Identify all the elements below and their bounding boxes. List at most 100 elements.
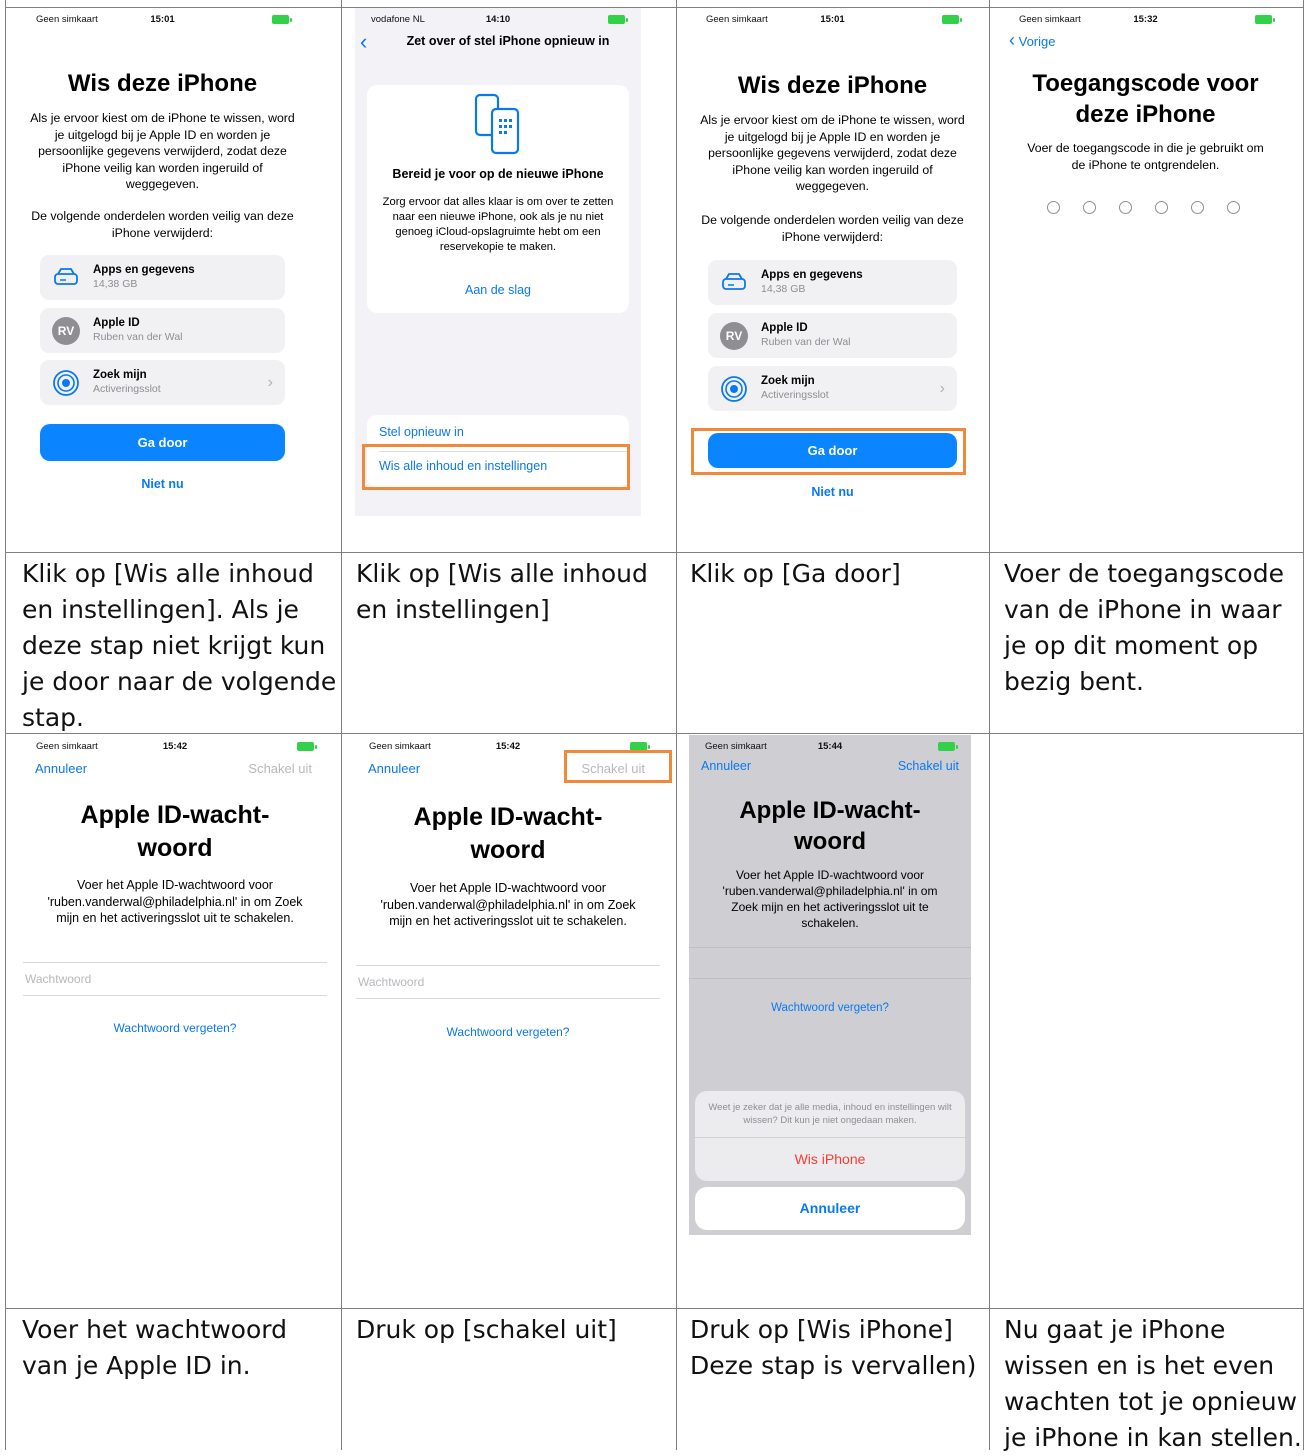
findmy-icon — [53, 369, 79, 396]
item-subtitle: Activeringsslot — [761, 389, 829, 401]
table-border — [989, 0, 990, 1450]
password-input[interactable] — [689, 947, 971, 979]
table-border — [5, 1308, 1304, 1309]
password-input[interactable]: Wachtwoord — [23, 962, 327, 996]
description-text: Als je ervoor kiest om de iPhone te wiss… — [30, 111, 295, 191]
items-intro-text: De volgende onderdelen worden veilig van… — [701, 213, 964, 244]
status-bar: Geen simkaart 15:42 — [20, 741, 330, 755]
sheet-message: Weet je zeker dat je alle media, inhoud … — [708, 1102, 952, 1126]
get-started-link[interactable]: Aan de slag — [367, 283, 629, 297]
carrier-label: Geen simkaart — [705, 741, 767, 752]
table-border — [5, 552, 1304, 553]
item-title: Apple ID — [93, 317, 140, 329]
highlight-box — [564, 750, 672, 783]
passcode-dot — [1047, 201, 1060, 214]
status-bar: Geen simkaart 15:32 — [1003, 14, 1288, 28]
card-title: Bereid je voor op de nieuwe iPhone — [392, 167, 604, 181]
status-bar: Geen simkaart 15:01 — [20, 14, 305, 28]
forgot-password-link[interactable]: Wachtwoord vergeten? — [689, 1002, 971, 1014]
cancel-button[interactable]: Annuleer — [701, 759, 751, 773]
card-text: Zorg ervoor dat alles klaar is om over t… — [382, 196, 614, 253]
screenshot-wipe-iphone: Geen simkaart 15:01 Wis deze iPhone Als … — [20, 8, 305, 546]
not-now-link[interactable]: Niet nu — [40, 477, 285, 491]
item-title: Apps en gegevens — [761, 269, 863, 281]
highlight-box — [691, 428, 966, 475]
description-text: Als je ervoor kiest om de iPhone te wiss… — [700, 113, 965, 193]
screenshot-passcode: Geen simkaart 15:32 ‹ Vorige Toegangscod… — [1003, 8, 1288, 546]
passcode-dot — [1191, 201, 1204, 214]
passcode-dot — [1155, 201, 1168, 214]
battery-icon — [297, 742, 317, 751]
battery-icon — [942, 15, 962, 24]
items-intro-text: De volgende onderdelen worden veilig van… — [31, 209, 294, 240]
reset-option[interactable]: Stel opnieuw in — [379, 425, 464, 439]
continue-button[interactable]: Ga door — [40, 424, 285, 461]
cancel-button[interactable]: Annuleer — [35, 761, 87, 776]
table-border — [676, 0, 677, 1450]
list-item-find-my[interactable]: Zoek mijn Activeringsslot › — [708, 366, 957, 411]
table-border — [1303, 0, 1304, 1450]
item-title: Apple ID — [761, 322, 808, 334]
item-title: Zoek mijn — [93, 369, 147, 381]
battery-icon — [608, 15, 628, 24]
carrier-label: Geen simkaart — [1019, 14, 1081, 25]
phones-icon — [474, 93, 520, 155]
disable-button[interactable]: Schakel uit — [898, 759, 959, 773]
screenshot-transfer-reset: vodafone NL 14:10 ‹ Zet over of stel iPh… — [355, 8, 641, 516]
passcode-dot — [1083, 201, 1096, 214]
item-subtitle: Ruben van der Wal — [93, 331, 183, 343]
list-item-apple-id: RV Apple ID Ruben van der Wal — [708, 313, 957, 358]
wipe-iphone-button[interactable]: Wis iPhone — [695, 1151, 965, 1167]
step-caption: Klik op [Wis alle inhoud en instellingen… — [22, 559, 337, 732]
item-subtitle: 14,38 GB — [761, 283, 806, 295]
carrier-label: Geen simkaart — [706, 14, 768, 25]
page-title: Apple ID-wacht- woord — [739, 797, 921, 855]
chevron-right-icon: › — [939, 379, 945, 397]
not-now-link[interactable]: Niet nu — [708, 485, 957, 499]
item-subtitle: Ruben van der Wal — [761, 336, 851, 348]
forgot-password-link[interactable]: Wachtwoord vergeten? — [353, 1025, 663, 1039]
action-sheet: Weet je zeker dat je alle media, inhoud … — [695, 1091, 965, 1181]
back-chevron-icon[interactable]: ‹ — [360, 29, 367, 55]
list-item-apps: Apps en gegevens 14,38 GB — [708, 260, 957, 305]
battery-icon — [938, 742, 958, 751]
battery-icon — [1255, 15, 1275, 24]
passcode-dot — [1227, 201, 1240, 214]
list-item-find-my[interactable]: Zoek mijn Activeringsslot › — [40, 360, 285, 405]
back-label: Vorige — [1018, 34, 1056, 49]
status-bar: Geen simkaart 15:44 — [689, 741, 971, 755]
password-placeholder: Wachtwoord — [358, 975, 425, 989]
step-caption: Voer de toegangscode van de iPhone in wa… — [1004, 559, 1284, 696]
password-placeholder: Wachtwoord — [25, 972, 92, 986]
back-button[interactable]: ‹ Vorige — [1009, 30, 1056, 51]
sheet-cancel-button[interactable]: Annuleer — [695, 1187, 965, 1230]
forgot-password-link[interactable]: Wachtwoord vergeten? — [20, 1021, 330, 1035]
step-caption: Klik op [Wis alle inhoud en instellingen… — [356, 559, 648, 624]
password-input[interactable]: Wachtwoord — [356, 965, 660, 999]
page-title: Apple ID-wacht- woord — [413, 803, 603, 864]
cancel-button[interactable]: Annuleer — [368, 761, 420, 776]
prepare-card: Bereid je voor op de nieuwe iPhone Zorg … — [367, 85, 629, 313]
time-label: 15:32 — [1133, 14, 1158, 25]
carrier-label: Geen simkaart — [369, 741, 431, 752]
item-subtitle: Activeringsslot — [93, 383, 161, 395]
avatar-icon: RV — [720, 321, 748, 350]
passcode-instructions: Voer de toegangscode in die je gebruikt … — [1027, 141, 1264, 172]
password-instructions: Voer het Apple ID-wachtwoord voor 'ruben… — [380, 881, 636, 928]
page-title: Toegangscode voor deze iPhone — [1032, 70, 1259, 128]
chevron-left-icon: ‹ — [1009, 30, 1015, 50]
page-title: Wis deze iPhone — [737, 72, 928, 99]
step-caption: Nu gaat je iPhone wissen en is het even … — [1004, 1315, 1302, 1452]
item-subtitle: 14,38 GB — [93, 278, 138, 290]
screenshot-apple-id-password: Geen simkaart 15:42 Annuleer Schakel uit… — [20, 735, 330, 1295]
passcode-dot — [1119, 201, 1132, 214]
divider — [695, 1137, 965, 1138]
screenshot-wipe-confirm: Geen simkaart 15:44 Annuleer Schakel uit… — [689, 735, 971, 1235]
status-bar: vodafone NL 14:10 — [355, 14, 641, 28]
time-label: 15:01 — [150, 14, 175, 25]
nav-title: Zet over of stel iPhone opnieuw in — [406, 34, 610, 48]
step-caption: Voer het wachtwoord van je Apple ID in. — [22, 1315, 287, 1380]
time-label: 15:42 — [162, 741, 188, 752]
disable-button[interactable]: Schakel uit — [248, 761, 312, 776]
table-border — [5, 0, 6, 1450]
